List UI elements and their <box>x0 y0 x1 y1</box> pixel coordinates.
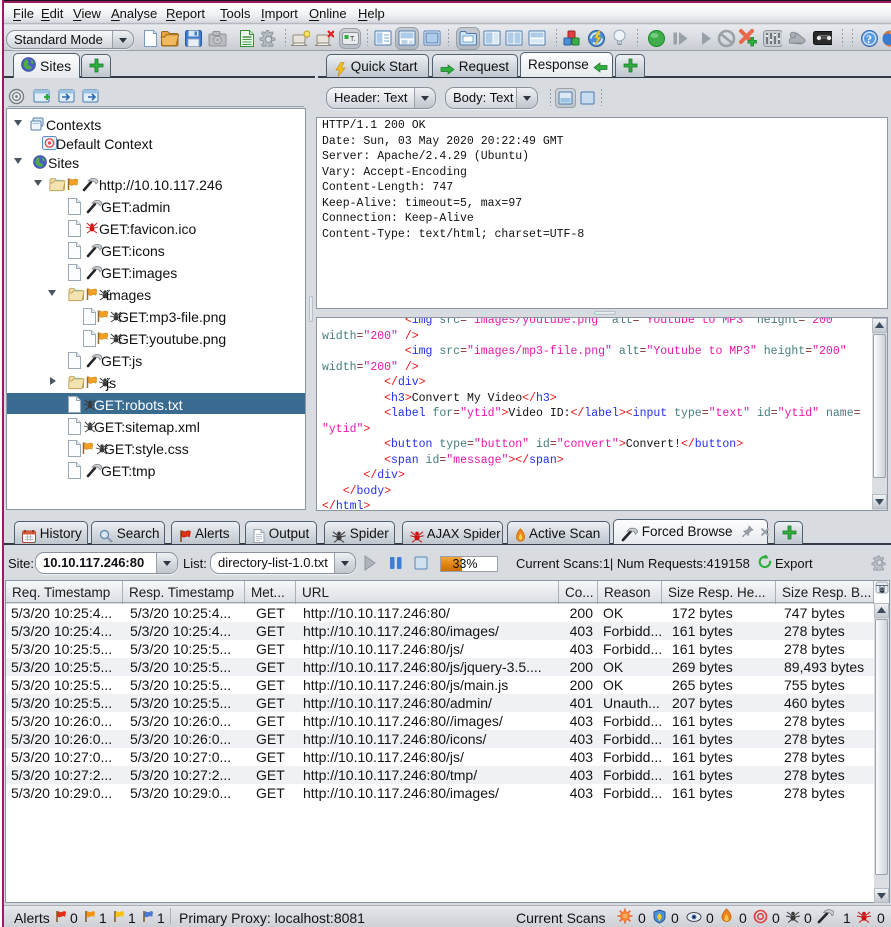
svg-text:?: ? <box>866 32 872 46</box>
svg-text:T.: T. <box>350 36 356 43</box>
